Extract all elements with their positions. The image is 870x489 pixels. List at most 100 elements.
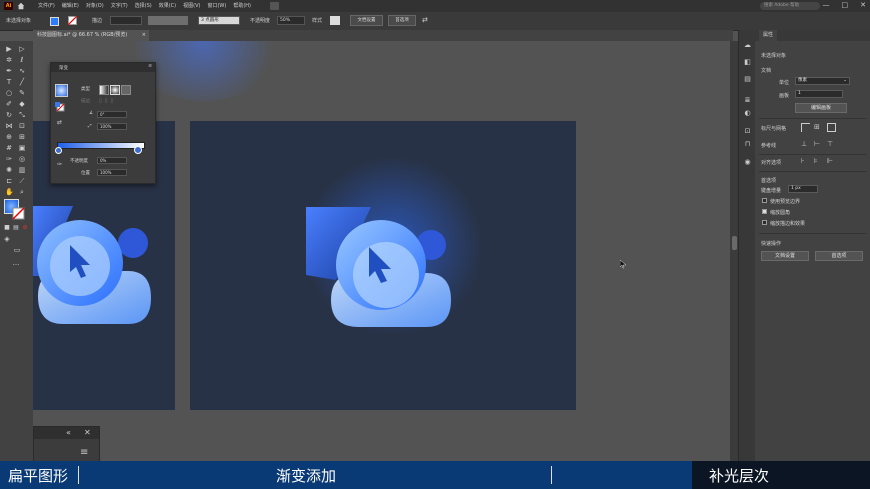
preferences-button[interactable]: 首选项	[388, 15, 416, 26]
ruler-icon[interactable]	[801, 123, 810, 132]
gradient-ratio-input[interactable]: 100%	[97, 123, 127, 130]
pixel-grid-icon[interactable]	[827, 123, 836, 132]
style-swatch[interactable]	[330, 16, 340, 25]
quick-preferences-button[interactable]: 首选项	[815, 251, 863, 261]
stop-location-input[interactable]: 100%	[97, 169, 127, 176]
snap-pixel-icon[interactable]: ⊩	[827, 157, 833, 165]
scale-corners-checkbox[interactable]	[762, 209, 767, 214]
reverse-gradient-icon[interactable]: ⇄	[57, 119, 62, 126]
menu-type[interactable]: 文字(T)	[111, 2, 128, 9]
guides-show-icon[interactable]: ⊥	[801, 140, 807, 148]
snap-grid-icon[interactable]: ⊧	[814, 157, 818, 165]
fill-swatch[interactable]	[50, 17, 59, 26]
gradient-slider[interactable]	[57, 142, 145, 149]
home-icon[interactable]	[17, 2, 25, 10]
rotate-tool-icon[interactable]: ↻	[5, 111, 13, 119]
radial-gradient-icon[interactable]	[110, 85, 120, 95]
eyedropper-icon[interactable]: ✑	[57, 161, 62, 168]
gradient-stop-right[interactable]	[134, 146, 142, 154]
libraries-icon[interactable]: ☁	[743, 41, 752, 50]
menu-help[interactable]: 帮助(H)	[233, 2, 251, 9]
opacity-input[interactable]: 50%	[277, 16, 305, 25]
menu-effect[interactable]: 效果(C)	[159, 2, 176, 9]
keyboard-increment-input[interactable]: 1 px	[788, 185, 818, 193]
search-input[interactable]: 搜索 Adobe 帮助	[760, 2, 820, 10]
symbol-sprayer-tool-icon[interactable]: ✺	[5, 166, 13, 174]
preview-bounds-checkbox[interactable]	[762, 198, 767, 203]
document-setup-button[interactable]: 文档设置	[350, 15, 383, 26]
curvature-tool-icon[interactable]: ∿	[18, 67, 26, 75]
stroke-color-swatch[interactable]	[12, 207, 25, 220]
panel-close-icon[interactable]: ✕	[84, 428, 91, 437]
quick-document-setup-button[interactable]: 文档设置	[761, 251, 809, 261]
swatches-icon[interactable]: ≣	[743, 96, 752, 105]
layers-icon[interactable]: ▤	[743, 75, 752, 84]
color-guide-icon[interactable]: ◉	[743, 158, 752, 167]
linear-gradient-icon[interactable]	[99, 85, 109, 95]
column-graph-tool-icon[interactable]: ▥	[18, 166, 26, 174]
workspace-switcher-icon[interactable]	[270, 2, 279, 10]
gradient-panel-header[interactable]: 渐变 ≡	[51, 63, 155, 72]
gradient-stop-left[interactable]	[55, 147, 62, 154]
units-select[interactable]: 像素 ⌄	[795, 77, 850, 85]
none-mode-icon[interactable]: ⊘	[21, 224, 29, 232]
shaper-tool-icon[interactable]: ✐	[5, 100, 13, 108]
menu-window[interactable]: 窗口(W)	[207, 2, 226, 9]
shape-builder-tool-icon[interactable]: ⊕	[5, 133, 13, 141]
scale-tool-icon[interactable]: ⤡	[18, 111, 26, 119]
panel-menu-icon[interactable]: ≡	[80, 447, 88, 458]
paintbrush-tool-icon[interactable]: ✎	[18, 89, 26, 97]
ellipse-tool-icon[interactable]: ○	[5, 89, 13, 97]
maximize-icon[interactable]: □	[842, 1, 849, 9]
appearance-icon[interactable]: ◐	[743, 109, 752, 118]
magic-wand-tool-icon[interactable]: ✲	[5, 56, 13, 64]
gradient-tool-icon[interactable]: ▣	[18, 144, 26, 152]
artboard-select[interactable]: 1	[795, 90, 843, 98]
line-tool-icon[interactable]: ╱	[18, 78, 26, 86]
vertical-scrollbar[interactable]	[730, 41, 738, 461]
menu-view[interactable]: 视图(V)	[183, 2, 200, 9]
properties-tab[interactable]: 属性	[759, 30, 778, 41]
grid-icon[interactable]: ⊞	[814, 123, 820, 131]
artboard-tool-icon[interactable]: ⊏	[5, 177, 13, 185]
perspective-grid-tool-icon[interactable]: ⊞	[18, 133, 26, 141]
stroke-swatch[interactable]	[68, 16, 77, 25]
stop-opacity-input[interactable]: 0%	[97, 157, 127, 164]
blend-tool-icon[interactable]: ◎	[18, 155, 26, 163]
selection-tool-icon[interactable]: ▶	[5, 45, 13, 53]
mesh-tool-icon[interactable]: #	[5, 144, 13, 152]
type-tool-icon[interactable]: T	[5, 78, 13, 86]
stroke-gradient-swatch[interactable]	[55, 102, 65, 112]
gradient-angle-input[interactable]: 0°	[97, 111, 127, 118]
slice-tool-icon[interactable]: ⟋	[18, 177, 26, 185]
width-tool-icon[interactable]: ⋈	[5, 122, 13, 130]
eraser-tool-icon[interactable]: ◆	[18, 100, 26, 108]
gradient-mode-icon[interactable]: ▤	[12, 224, 20, 232]
minimize-icon[interactable]: —	[823, 1, 830, 9]
stroke-options-icons[interactable]: ▯▯▯	[99, 98, 129, 105]
menu-file[interactable]: 文件(F)	[38, 2, 55, 9]
transform-icon[interactable]: ⊡	[743, 127, 752, 136]
gradient-preview-swatch[interactable]	[55, 84, 68, 97]
menu-select[interactable]: 选择(S)	[135, 2, 152, 9]
free-transform-tool-icon[interactable]: ⊡	[18, 122, 26, 130]
eyedropper-tool-icon[interactable]: ✑	[5, 155, 13, 163]
screen-mode-icon[interactable]: ▭	[13, 246, 21, 254]
variable-width-profile[interactable]	[148, 16, 188, 25]
color-mode-icon[interactable]: ■	[3, 224, 11, 232]
gradient-panel-menu-icon[interactable]: ≡	[148, 64, 152, 69]
draw-mode-icon[interactable]: ◈	[3, 235, 11, 243]
menu-object[interactable]: 对象(O)	[86, 2, 104, 9]
tab-close-icon[interactable]: ×	[142, 30, 146, 41]
stroke-weight-input[interactable]	[110, 16, 142, 25]
edit-artboards-button[interactable]: 编辑画板	[795, 103, 847, 113]
smart-guides-icon[interactable]: ⊤	[827, 140, 833, 148]
guides-lock-icon[interactable]: ⊢	[814, 140, 820, 148]
close-icon[interactable]: ✕	[860, 1, 866, 9]
snap-point-icon[interactable]: ⊦	[801, 157, 805, 165]
collapse-icon[interactable]: «	[66, 428, 71, 437]
pen-tool-icon[interactable]: ✒	[5, 67, 13, 75]
arrange-icon[interactable]: ⇄	[422, 17, 432, 24]
hand-tool-icon[interactable]: ✋	[5, 188, 14, 196]
menu-edit[interactable]: 编辑(E)	[62, 2, 79, 9]
